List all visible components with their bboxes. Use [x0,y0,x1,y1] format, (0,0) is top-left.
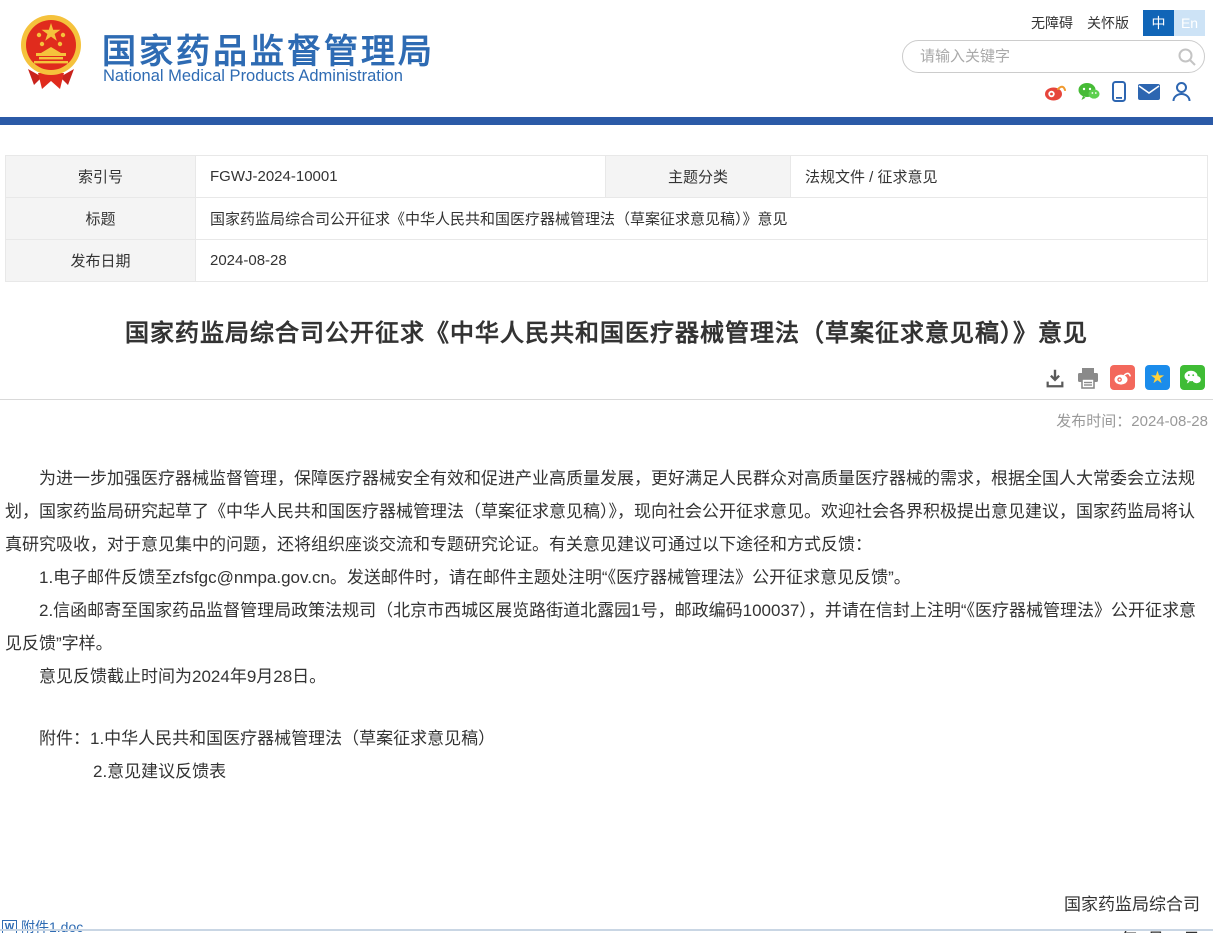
index-label: 索引号 [6,156,196,198]
title-value: 国家药监局综合司公开征求《中华人民共和国医疗器械管理法（草案征求意见稿）》意见 [196,198,1208,240]
print-icon [1076,367,1100,389]
table-row: 索引号 FGWJ-2024-10001 主题分类 法规文件 / 征求意见 [6,156,1208,198]
date-label: 发布日期 [6,240,196,282]
article-body: 为进一步加强医疗器械监督管理，保障医疗器械安全有效和促进产业高质量发展，更好满足… [5,462,1208,788]
attachment-line-2: 2.意见建议反馈表 [93,755,1208,788]
header-divider-bar [0,117,1213,125]
signature-block: 国家药监局综合司 2024年8月26日 [5,887,1208,933]
site-title-en: National Medical Products Administration [103,67,403,86]
index-value: FGWJ-2024-10001 [196,156,606,198]
qzone-star-icon: ★ [1150,368,1165,388]
title-divider [0,399,1213,400]
paragraph: 意见反馈截止时间为2024年9月28日。 [5,660,1208,693]
paragraph: 2.信函邮寄至国家药品监督管理局政策法规司（北京市西城区展览路街道北露园1号，邮… [5,594,1208,660]
footer-top-border [0,929,1213,931]
print-button[interactable] [1076,367,1100,389]
weibo-share-icon [1114,371,1131,385]
table-row: 标题 国家药监局综合司公开征求《中华人民共和国医疗器械管理法（草案征求意见稿）》… [6,198,1208,240]
article-tools: ★ [5,365,1208,390]
publish-time-value: 2024-08-28 [1131,413,1208,430]
download-button[interactable] [1044,367,1066,389]
search-button[interactable] [1170,40,1204,73]
lang-cn-button[interactable]: 中 [1143,10,1174,36]
weibo-icon[interactable] [1044,83,1066,101]
paragraph: 1.电子邮件反馈至zfsfgc@nmpa.gov.cn。发送邮件时，请在邮件主题… [5,561,1208,594]
lang-en-button[interactable]: En [1174,10,1205,36]
publish-time-label: 发布时间： [1056,413,1131,430]
wechat-icon[interactable] [1078,82,1100,101]
share-qzone-button[interactable]: ★ [1145,365,1170,390]
top-links: 无障碍 关怀版 中 En [1031,10,1205,36]
share-weibo-button[interactable] [1110,365,1135,390]
title-label: 标题 [6,198,196,240]
attachment-line-1: 附件：1.中华人民共和国医疗器械管理法（草案征求意见稿） [5,722,1208,755]
accessibility-link[interactable]: 无障碍 [1031,13,1073,33]
search-input[interactable] [903,48,1170,65]
site-header: 国家药品监督管理局 National Medical Products Admi… [0,0,1213,117]
paragraph: 为进一步加强医疗器械监督管理，保障医疗器械安全有效和促进产业高质量发展，更好满足… [5,462,1208,561]
care-edition-link[interactable]: 关怀版 [1087,13,1129,33]
category-label: 主题分类 [606,156,791,198]
page: 国家药品监督管理局 National Medical Products Admi… [0,0,1213,933]
publish-time: 发布时间：2024-08-28 [5,410,1208,431]
mobile-icon[interactable] [1112,81,1126,102]
signature-date: 2024年8月26日 [5,922,1200,933]
main-content: 索引号 FGWJ-2024-10001 主题分类 法规文件 / 征求意见 标题 … [0,155,1213,933]
search-box [902,40,1205,73]
category-value: 法规文件 / 征求意见 [791,156,1208,198]
download-icon [1044,367,1066,389]
header-social-icons [1044,81,1191,102]
national-emblem-logo[interactable] [18,11,84,91]
mail-icon[interactable] [1138,84,1160,100]
search-icon [1177,47,1197,67]
wechat-share-icon [1184,370,1201,385]
user-icon[interactable] [1172,81,1191,102]
table-row: 发布日期 2024-08-28 [6,240,1208,282]
date-value: 2024-08-28 [196,240,1208,282]
page-title: 国家药监局综合司公开征求《中华人民共和国医疗器械管理法（草案征求意见稿）》意见 [5,313,1208,348]
signature-department: 国家药监局综合司 [5,887,1200,922]
site-title-cn: 国家药品监督管理局 [102,24,435,73]
document-meta-table: 索引号 FGWJ-2024-10001 主题分类 法规文件 / 征求意见 标题 … [5,155,1208,282]
share-wechat-button[interactable] [1180,365,1205,390]
